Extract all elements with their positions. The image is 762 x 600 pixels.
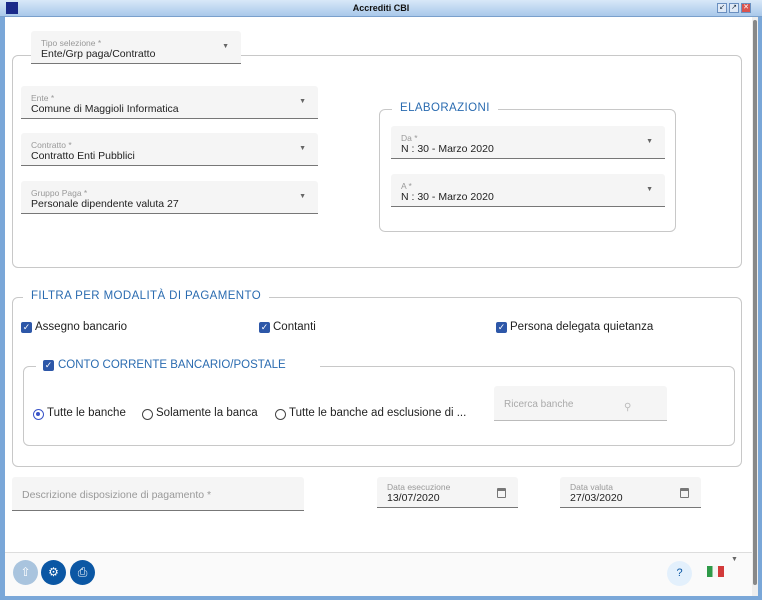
conto-checkbox[interactable]: ✓ xyxy=(43,360,54,371)
help-button[interactable]: ? xyxy=(667,561,692,586)
data-valuta-input[interactable]: Data valuta 27/03/2020 xyxy=(560,477,701,508)
filtra-legend: FILTRA PER MODALITÀ DI PAGAMENTO xyxy=(23,290,270,302)
field-label: Gruppo Paga * xyxy=(31,188,88,198)
field-value: Contratto Enti Pubblici xyxy=(31,150,135,162)
tipo-selezione-select[interactable]: Tipo selezione * Ente/Grp paga/Contratto… xyxy=(31,31,241,64)
help-icon: ? xyxy=(676,567,683,579)
ricerca-banche-input[interactable]: Ricerca banche ⚲ xyxy=(494,386,667,421)
radio-label: Solamente la banca xyxy=(156,407,258,419)
scrollbar-thumb[interactable] xyxy=(753,20,757,585)
field-value: Personale dipendente valuta 27 xyxy=(31,198,179,210)
chevron-down-icon: ▼ xyxy=(222,43,229,50)
chevron-down-icon: ▼ xyxy=(646,186,653,193)
field-label: Data valuta xyxy=(570,482,613,492)
contratto-select[interactable]: Contratto * Contratto Enti Pubblici ▼ xyxy=(21,133,318,166)
checkbox-label: Persona delegata quietanza xyxy=(510,321,654,333)
a-select[interactable]: A * N : 30 - Marzo 2020 ▼ xyxy=(391,174,665,207)
field-value: N : 30 - Marzo 2020 xyxy=(401,191,494,203)
tutte-banche-radio[interactable] xyxy=(33,409,44,420)
solamente-banca-radio[interactable] xyxy=(142,409,153,420)
persona-delegata-checkbox[interactable]: ✓ xyxy=(496,322,507,333)
chevron-down-icon: ▼ xyxy=(299,145,306,152)
chevron-down-icon: ▼ xyxy=(299,98,306,105)
calendar-icon[interactable] xyxy=(497,488,506,498)
da-select[interactable]: Da * N : 30 - Marzo 2020 ▼ xyxy=(391,126,665,159)
chevron-down-icon: ▼ xyxy=(646,138,653,145)
settings-button[interactable]: ⚙ xyxy=(41,560,66,585)
print-button[interactable]: ⎙ xyxy=(70,560,95,585)
field-value: 13/07/2020 xyxy=(387,492,440,504)
calendar-icon[interactable] xyxy=(680,488,689,498)
checkbox-label: Contanti xyxy=(273,321,316,333)
esclusione-radio[interactable] xyxy=(275,409,286,420)
italian-flag-icon[interactable] xyxy=(707,566,724,577)
field-label: Tipo selezione * xyxy=(41,38,102,48)
window-title: Accrediti CBI xyxy=(352,3,410,13)
data-esecuzione-input[interactable]: Data esecuzione 13/07/2020 xyxy=(377,477,518,508)
upload-icon: ⇧ xyxy=(20,565,31,579)
field-label: Ente * xyxy=(31,93,55,103)
close-icon[interactable]: ✕ xyxy=(741,3,751,13)
checkbox-label: Assegno bancario xyxy=(35,321,128,333)
field-label: Da * xyxy=(401,133,418,143)
descrizione-placeholder: Descrizione disposizione di pagamento * xyxy=(22,489,212,501)
ricerca-placeholder: Ricerca banche xyxy=(504,399,574,410)
printer-icon: ⎙ xyxy=(77,565,88,579)
field-label: Contratto * xyxy=(31,140,72,150)
minimize-icon[interactable]: ↙ xyxy=(717,3,727,13)
field-label: Data esecuzione xyxy=(387,482,451,492)
gruppo-paga-select[interactable]: Gruppo Paga * Personale dipendente valut… xyxy=(21,181,318,214)
field-value: Comune di Maggioli Informatica xyxy=(31,103,179,115)
upload-button[interactable]: ⇧ xyxy=(13,560,38,585)
field-value: Ente/Grp paga/Contratto xyxy=(41,48,156,60)
search-icon: ⚲ xyxy=(624,402,632,413)
field-value: N : 30 - Marzo 2020 xyxy=(401,143,494,155)
gear-icon: ⚙ xyxy=(48,565,59,579)
maximize-icon[interactable]: ↗ xyxy=(729,3,739,13)
field-value: 27/03/2020 xyxy=(570,492,623,504)
ente-select[interactable]: Ente * Comune di Maggioli Informatica ▼ xyxy=(21,86,318,119)
contanti-checkbox[interactable]: ✓ xyxy=(259,322,270,333)
chevron-down-icon: ▼ xyxy=(299,193,306,200)
assegno-checkbox[interactable]: ✓ xyxy=(21,322,32,333)
elaborazioni-legend: ELABORAZIONI xyxy=(392,102,498,114)
descrizione-input[interactable]: Descrizione disposizione di pagamento * xyxy=(12,477,304,511)
radio-label: Tutte le banche ad esclusione di ... xyxy=(289,407,467,419)
field-label: A * xyxy=(401,181,412,191)
footer-toolbar xyxy=(5,552,752,596)
conto-label: CONTO CORRENTE BANCARIO/POSTALE xyxy=(58,359,286,371)
radio-label: Tutte le banche xyxy=(47,407,126,419)
chevron-down-icon[interactable]: ▼ xyxy=(731,556,738,563)
